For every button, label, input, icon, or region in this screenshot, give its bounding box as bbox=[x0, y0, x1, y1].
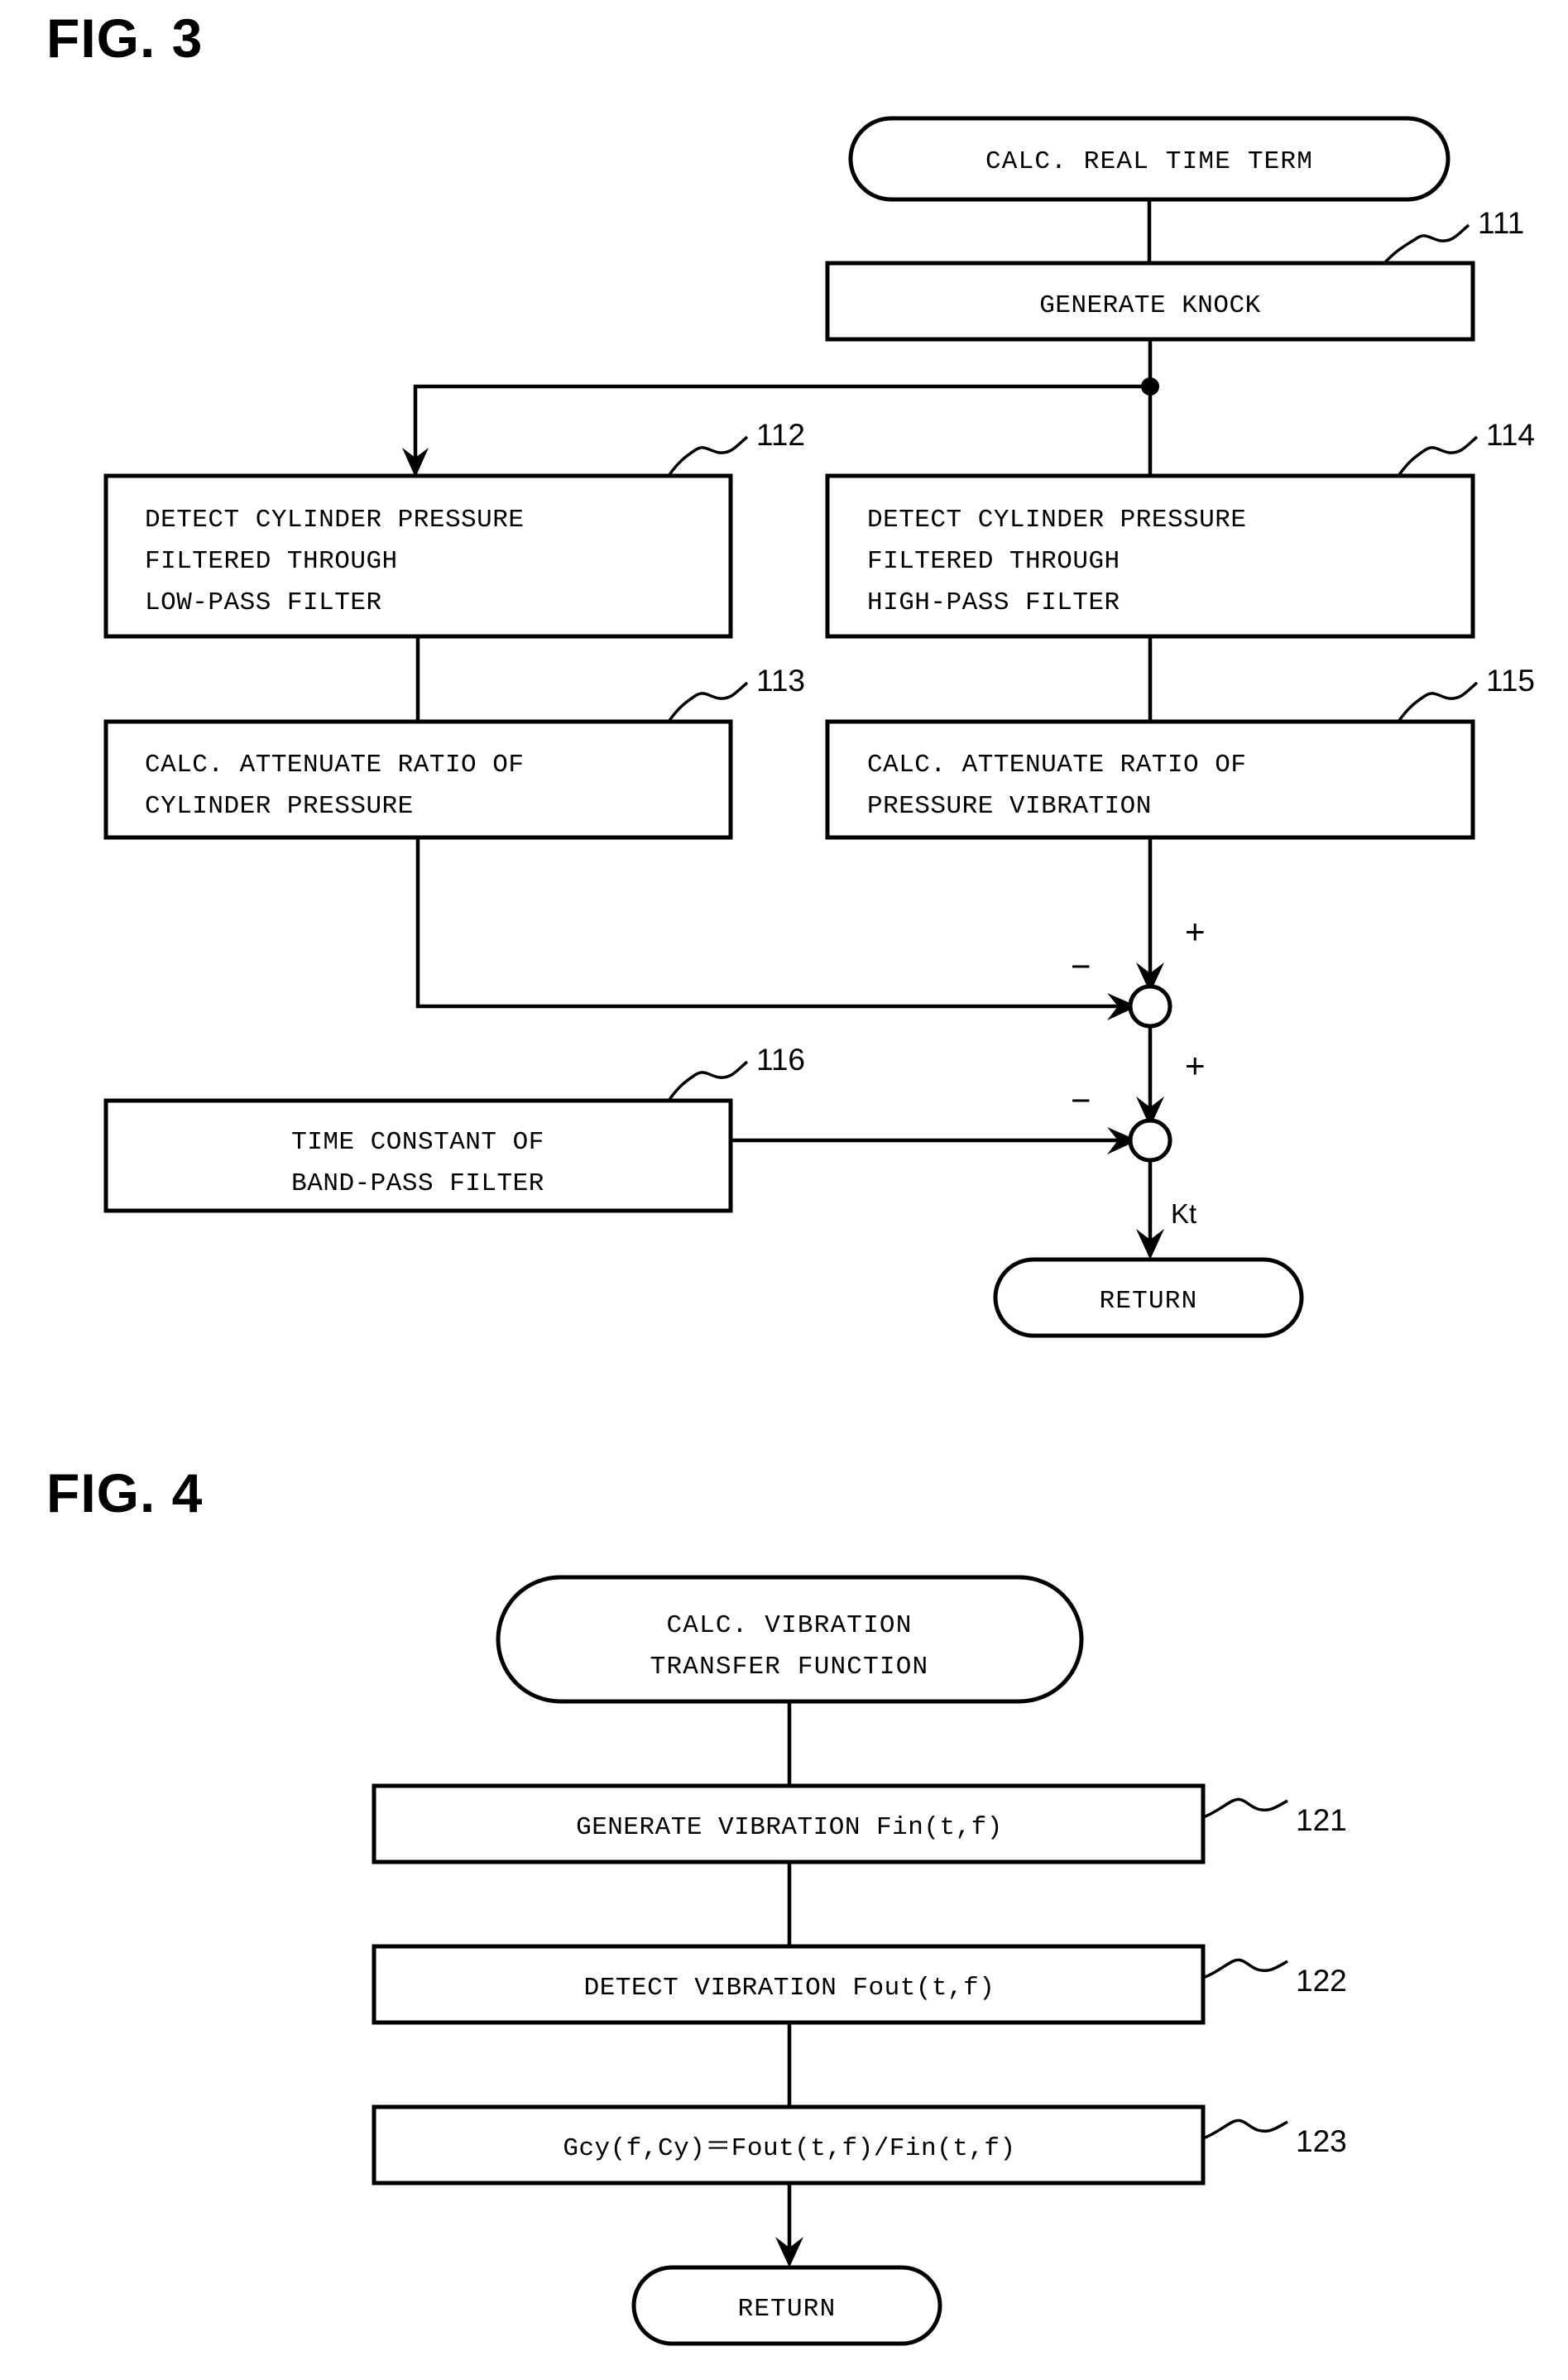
fig4-ref-123-label: 123 bbox=[1296, 2124, 1347, 2158]
fig4-box-123-line-1: Gcy(f,Cy)＝Fout(t,f)/Fin(t,f) bbox=[563, 2134, 1015, 2163]
fig3-sum2-minus-sign: − bbox=[1071, 1081, 1091, 1120]
fig4-ref-121-label: 121 bbox=[1296, 1803, 1347, 1837]
fig4-box-122: DETECT VIBRATION Fout(t,f) bbox=[372, 1944, 1206, 2025]
fig3-ref-116-leader bbox=[667, 1060, 749, 1102]
fig3-box-114-line-1: DETECT CYLINDER PRESSURE bbox=[867, 506, 1246, 535]
fig3-box-114-line-3: HIGH-PASS FILTER bbox=[867, 588, 1120, 617]
fig3-summing-junction-1 bbox=[1128, 984, 1172, 1029]
fig3-box-114: DETECT CYLINDER PRESSURE FILTERED THROUG… bbox=[825, 473, 1475, 639]
figure-4-group: CALC. VIBRATION TRANSFER FUNCTION GENERA… bbox=[372, 1575, 1347, 2346]
fig3-ref-111-label: 111 bbox=[1478, 206, 1524, 240]
fig3-sum1-minus-sign: − bbox=[1071, 947, 1091, 986]
fig3-box-115: CALC. ATTENUATE RATIO OF PRESSURE VIBRAT… bbox=[825, 719, 1475, 840]
fig4-ref-122-leader bbox=[1202, 1958, 1288, 1979]
fig4-start-terminal-line-2: TRANSFER FUNCTION bbox=[650, 1653, 929, 1682]
fig3-sum2-plus-sign: + bbox=[1185, 1046, 1206, 1085]
fig3-box-112-line-1: DETECT CYLINDER PRESSURE bbox=[145, 506, 524, 535]
fig4-ref-123-leader bbox=[1202, 2118, 1288, 2140]
figures-canvas: CALC. REAL TIME TERM GENERATE KNOCK 111 bbox=[103, 116, 1535, 2346]
fig3-box-113: CALC. ATTENUATE RATIO OF CYLINDER PRESSU… bbox=[103, 719, 733, 840]
fig3-return-terminal: RETURN bbox=[993, 1257, 1304, 1338]
fig3-box-112: DETECT CYLINDER PRESSURE FILTERED THROUG… bbox=[103, 473, 733, 639]
fig3-box-116: TIME CONSTANT OF BAND-PASS FILTER bbox=[103, 1098, 733, 1213]
fig3-sum1-plus-sign: + bbox=[1185, 912, 1206, 951]
fig3-start-terminal: CALC. REAL TIME TERM bbox=[848, 116, 1451, 202]
fig3-ref-112-leader bbox=[667, 435, 749, 477]
fig3-ref-115-leader bbox=[1397, 681, 1479, 723]
fig3-box-116-line-2: BAND-PASS FILTER bbox=[291, 1169, 544, 1198]
fig4-ref-122-label: 122 bbox=[1296, 1964, 1347, 1998]
fig3-box-112-line-2: FILTERED THROUGH bbox=[145, 547, 398, 576]
fig3-ref-114-label: 114 bbox=[1486, 418, 1535, 452]
fig4-box-121-line-1: GENERATE VIBRATION Fin(t,f) bbox=[576, 1813, 1003, 1842]
fig4-start-terminal: CALC. VIBRATION TRANSFER FUNCTION bbox=[496, 1575, 1084, 1704]
fig3-output-label-kt: Kt bbox=[1171, 1198, 1196, 1229]
fig3-box-113-line-1: CALC. ATTENUATE RATIO OF bbox=[145, 751, 524, 780]
fig3-box-115-line-2: PRESSURE VIBRATION bbox=[867, 792, 1152, 821]
fig3-box-115-line-1: CALC. ATTENUATE RATIO OF bbox=[867, 751, 1246, 780]
fig3-return-terminal-label: RETURN bbox=[1100, 1287, 1198, 1316]
fig3-start-terminal-label: CALC. REAL TIME TERM bbox=[985, 147, 1313, 176]
figure-3-group: CALC. REAL TIME TERM GENERATE KNOCK 111 bbox=[103, 116, 1535, 1338]
fig3-ref-114-leader bbox=[1397, 435, 1479, 477]
fig3-ref-113-leader bbox=[667, 681, 749, 723]
fig3-ref-113-label: 113 bbox=[756, 664, 805, 698]
fig4-start-terminal-line-1: CALC. VIBRATION bbox=[666, 1611, 912, 1640]
fig3-ref-112-label: 112 bbox=[756, 418, 805, 452]
fig4-box-121: GENERATE VIBRATION Fin(t,f) bbox=[372, 1783, 1206, 1864]
fig4-return-terminal: RETURN bbox=[631, 2265, 942, 2346]
patent-drawing-sheet: FIG. 3 FIG. 4 CALC. REAL TIME TERM GENER… bbox=[0, 0, 1568, 2380]
fig3-ref-111-leader bbox=[1383, 223, 1470, 265]
fig3-box-111: GENERATE KNOCK bbox=[825, 261, 1475, 342]
fig4-return-terminal-label: RETURN bbox=[738, 2295, 837, 2324]
fig3-box-113-line-2: CYLINDER PRESSURE bbox=[145, 792, 414, 821]
fig4-box-123: Gcy(f,Cy)＝Fout(t,f)/Fin(t,f) bbox=[372, 2104, 1206, 2186]
fig3-ref-116-label: 116 bbox=[756, 1043, 805, 1077]
fig3-connector-113-to-sum1 bbox=[415, 837, 1120, 1009]
fig3-box-116-line-1: TIME CONSTANT OF bbox=[291, 1128, 544, 1157]
fig4-box-122-line-1: DETECT VIBRATION Fout(t,f) bbox=[584, 1974, 995, 2003]
fig3-box-114-line-2: FILTERED THROUGH bbox=[867, 547, 1120, 576]
fig3-summing-junction-2 bbox=[1128, 1118, 1172, 1163]
fig4-ref-121-leader bbox=[1202, 1797, 1288, 1819]
fig3-box-112-line-3: LOW-PASS FILTER bbox=[145, 588, 382, 617]
fig3-ref-115-label: 115 bbox=[1486, 664, 1535, 698]
fig3-box-111-line-1: GENERATE KNOCK bbox=[1039, 291, 1260, 320]
